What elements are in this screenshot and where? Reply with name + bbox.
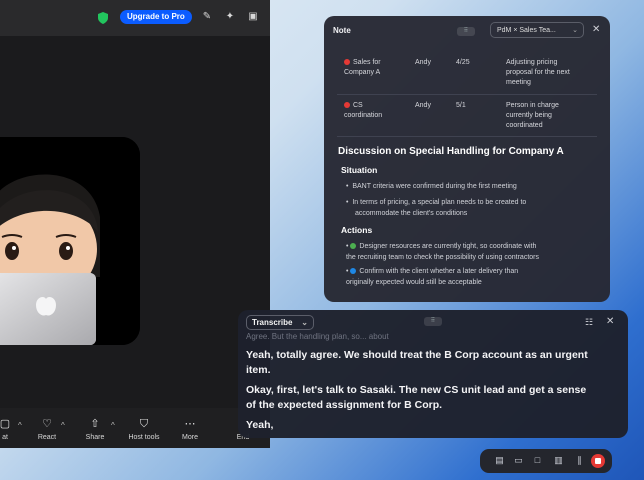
- toolbar-item-more[interactable]: ⋯ More: [178, 418, 202, 441]
- drag-handle-icon[interactable]: ⠿: [457, 27, 475, 36]
- note-select[interactable]: PdM × Sales Tea... ⌄: [490, 22, 584, 38]
- toolbar-item-host-tools[interactable]: ⛉ Host tools: [124, 418, 164, 441]
- table-cell-detail: Person in charge currently being coordin…: [506, 102, 559, 129]
- table-cell-owner: Andy: [415, 102, 431, 109]
- bullet-item: • Confirm with the client whether a late…: [346, 268, 519, 286]
- shield-icon: ⛉: [139, 418, 149, 430]
- heart-icon: ♡: [42, 418, 52, 430]
- caption-icon[interactable]: ▭: [513, 455, 524, 466]
- bullet-item: • BANT criteria were confirmed during th…: [346, 183, 517, 190]
- transcript-line: Yeah, totally agree. We should treat the…: [246, 349, 588, 376]
- table-cell-topic: Sales for Company A: [344, 59, 381, 76]
- close-icon[interactable]: ✕: [592, 25, 600, 35]
- note-title: Note: [333, 26, 351, 35]
- blue-dot-icon: [350, 268, 357, 274]
- bullet-item: • Designer resources are currently tight…: [346, 243, 539, 261]
- participant-video: [0, 137, 140, 345]
- transcript-faded-line: Agree. But the handling plan, so... abou…: [246, 332, 389, 341]
- close-icon[interactable]: ✕: [606, 316, 614, 327]
- transcript-line: Okay, first, let's talk to Sasaki. The n…: [246, 384, 587, 411]
- chevron-up-icon[interactable]: ^: [18, 421, 22, 430]
- green-dot-icon: [350, 243, 357, 249]
- shield-icon: [98, 12, 108, 24]
- red-dot-icon: [344, 102, 350, 108]
- sparkle-icon[interactable]: ✦: [224, 11, 236, 23]
- chevron-down-icon: ⌄: [301, 318, 308, 327]
- table-cell-date: 5/1: [456, 102, 466, 109]
- upgrade-to-pro-button[interactable]: Upgrade to Pro: [120, 10, 192, 24]
- divider: [337, 136, 597, 137]
- actions-heading: Actions: [341, 225, 373, 235]
- record-stop-button[interactable]: [591, 454, 605, 468]
- table-cell-topic: CS coordination: [344, 102, 383, 119]
- toolbar-item-at[interactable]: ▢ at: [0, 418, 12, 441]
- chevron-up-icon[interactable]: ^: [111, 421, 115, 430]
- avatar: [0, 137, 140, 345]
- situation-heading: Situation: [341, 165, 378, 175]
- chevron-down-icon: ⌄: [572, 27, 578, 34]
- settings-icon[interactable]: ☷: [585, 317, 593, 328]
- more-icon: ⋯: [184, 418, 196, 430]
- chevron-up-icon[interactable]: ^: [61, 421, 65, 430]
- window-icon[interactable]: □: [532, 455, 543, 466]
- divider: [337, 94, 597, 95]
- bullet-item: • In terms of pricing, a special plan ne…: [346, 199, 527, 217]
- table-cell-date: 4/25: [456, 59, 470, 66]
- document-icon[interactable]: ▤: [494, 455, 505, 466]
- panel-icon[interactable]: ▥: [553, 455, 564, 466]
- drag-handle-icon[interactable]: ⠿: [424, 317, 442, 326]
- audio-level-icon[interactable]: ∥: [574, 455, 585, 466]
- window-icon[interactable]: ▣: [247, 11, 259, 23]
- toolbar-item-react[interactable]: ♡ React: [34, 418, 60, 441]
- transcribe-select[interactable]: Transcribe ⌄: [246, 315, 314, 330]
- table-cell-owner: Andy: [415, 59, 431, 66]
- grid-icon: ▢: [0, 418, 11, 430]
- table-cell-detail: Adjusting pricing proposal for the next …: [506, 59, 570, 86]
- pencil-icon[interactable]: ✎: [201, 11, 213, 23]
- toolbar-item-share[interactable]: ⇧ Share: [84, 418, 106, 441]
- red-dot-icon: [344, 59, 350, 65]
- share-icon: ⇧: [90, 418, 100, 430]
- transcript-line: Yeah,: [246, 419, 274, 431]
- note-heading: Discussion on Special Handling for Compa…: [338, 146, 564, 157]
